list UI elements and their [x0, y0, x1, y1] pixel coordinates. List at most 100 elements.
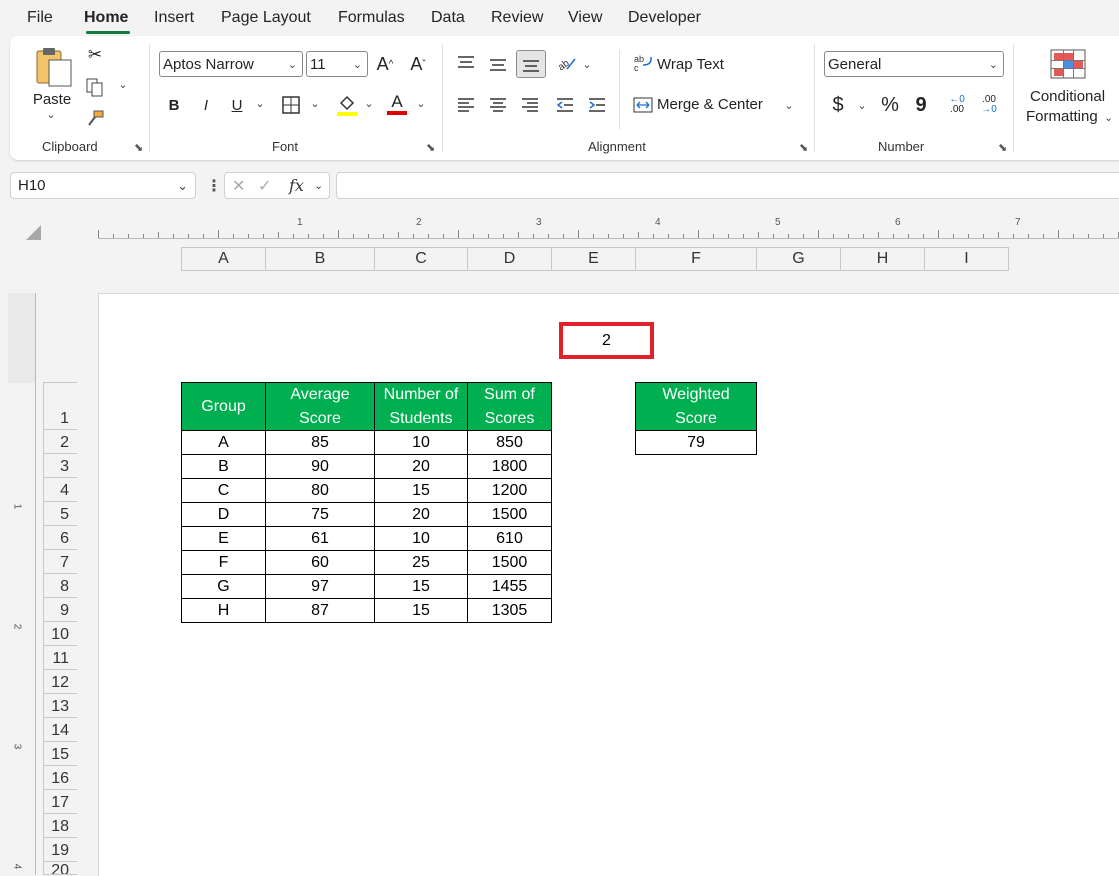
orientation-icon[interactable]: ab	[555, 52, 577, 74]
row-header[interactable]: 2	[43, 430, 77, 454]
tab-file[interactable]: File	[27, 9, 53, 27]
table-cell[interactable]: 20	[375, 503, 468, 527]
tab-page-layout[interactable]: Page Layout	[221, 9, 311, 27]
table-cell[interactable]: 25	[375, 551, 468, 575]
row-header[interactable]: 8	[43, 574, 77, 598]
column-header-i[interactable]: I	[925, 247, 1009, 271]
row-header[interactable]: 19	[43, 838, 77, 862]
header-number-of-students[interactable]: Number of Students	[375, 383, 468, 431]
table-cell[interactable]: 1305	[468, 599, 552, 623]
table-cell[interactable]: 60	[266, 551, 375, 575]
table-cell[interactable]: 10	[375, 527, 468, 551]
column-header-c[interactable]: C	[375, 247, 468, 271]
header-sum-of-scores[interactable]: Sum of Scores	[468, 383, 552, 431]
align-top-icon[interactable]	[456, 52, 476, 74]
column-header-e[interactable]: E	[552, 247, 636, 271]
tab-insert[interactable]: Insert	[154, 9, 194, 27]
orientation-chevron-icon[interactable]: ⌄	[580, 58, 594, 71]
comma-style-button[interactable]: 9	[912, 92, 930, 118]
conditional-formatting-icon[interactable]	[1050, 48, 1086, 80]
merge-center-button[interactable]: Merge & Center	[657, 96, 763, 113]
table-cell[interactable]: 850	[468, 431, 552, 455]
copy-icon[interactable]	[84, 76, 106, 98]
align-bottom-button[interactable]	[516, 50, 546, 78]
font-launcher-icon[interactable]: ⬊	[426, 141, 435, 154]
conditional-chevron-icon[interactable]: ⌄	[1104, 111, 1113, 124]
cut-icon[interactable]: ✂	[85, 44, 105, 66]
table-cell[interactable]: 15	[375, 599, 468, 623]
name-box[interactable]: H10 ⌄	[10, 172, 196, 199]
tab-review[interactable]: Review	[491, 9, 543, 27]
tab-formulas[interactable]: Formulas	[338, 9, 405, 27]
header-weighted-score[interactable]: Weighted Score	[636, 383, 757, 431]
table-cell[interactable]: 610	[468, 527, 552, 551]
increase-indent-icon[interactable]	[587, 94, 607, 116]
font-size-select[interactable]: 11 ⌄	[306, 51, 368, 77]
bold-button[interactable]: B	[164, 93, 184, 117]
row-header[interactable]: 13	[43, 694, 77, 718]
paste-chevron-icon[interactable]: ⌄	[44, 108, 58, 121]
font-color-chevron-icon[interactable]: ⌄	[414, 97, 428, 110]
table-cell[interactable]: 90	[266, 455, 375, 479]
number-launcher-icon[interactable]: ⬊	[998, 141, 1007, 154]
table-cell[interactable]: G	[182, 575, 266, 599]
row-header[interactable]: 16	[43, 766, 77, 790]
tab-view[interactable]: View	[568, 9, 602, 27]
column-header-f[interactable]: F	[636, 247, 757, 271]
row-header[interactable]: 11	[43, 646, 77, 670]
select-all-corner[interactable]	[26, 225, 41, 240]
increase-decimal-button[interactable]: ←0.00	[944, 92, 970, 118]
number-format-select[interactable]: General ⌄	[824, 51, 1004, 77]
clipboard-launcher-icon[interactable]: ⬊	[134, 141, 143, 154]
row-header[interactable]: 9	[43, 598, 77, 622]
copy-chevron-icon[interactable]: ⌄	[116, 78, 130, 91]
decrease-decimal-button[interactable]: .00 →0	[976, 92, 1002, 118]
table-cell[interactable]: 97	[266, 575, 375, 599]
underline-chevron-icon[interactable]: ⌄	[253, 97, 267, 110]
row-header[interactable]: 14	[43, 718, 77, 742]
header-average-score[interactable]: Average Score	[266, 383, 375, 431]
row-header[interactable]: 10	[43, 622, 77, 646]
paste-icon[interactable]	[34, 46, 74, 88]
italic-button[interactable]: I	[196, 93, 216, 117]
paste-button[interactable]: Paste	[31, 90, 73, 108]
column-header-a[interactable]: A	[181, 247, 266, 271]
row-header[interactable]: 12	[43, 670, 77, 694]
conditional-formatting-label-1[interactable]: Conditional	[1030, 88, 1105, 105]
table-cell[interactable]: 85	[266, 431, 375, 455]
align-left-icon[interactable]	[456, 94, 476, 116]
enter-icon[interactable]: ✓	[258, 176, 271, 196]
grow-font-button[interactable]: A ^	[374, 52, 396, 76]
table-cell[interactable]: C	[182, 479, 266, 503]
column-header-h[interactable]: H	[841, 247, 925, 271]
fill-color-chevron-icon[interactable]: ⌄	[362, 97, 376, 110]
row-header[interactable]: 15	[43, 742, 77, 766]
alignment-launcher-icon[interactable]: ⬊	[799, 141, 808, 154]
table-cell[interactable]: 87	[266, 599, 375, 623]
align-center-icon[interactable]	[488, 94, 508, 116]
merge-center-icon[interactable]	[632, 94, 654, 116]
formula-bar-more-icon[interactable]: ⋮	[206, 176, 222, 196]
table-cell[interactable]: H	[182, 599, 266, 623]
row-header[interactable]: 6	[43, 526, 77, 550]
row-header[interactable]: 4	[43, 478, 77, 502]
format-painter-icon[interactable]	[84, 108, 106, 130]
tab-data[interactable]: Data	[431, 9, 465, 27]
shrink-font-button[interactable]: Aˇ	[407, 52, 429, 76]
table-cell[interactable]: A	[182, 431, 266, 455]
row-header[interactable]: 18	[43, 814, 77, 838]
table-cell[interactable]: F	[182, 551, 266, 575]
header-group[interactable]: Group	[182, 383, 266, 431]
table-cell[interactable]: 80	[266, 479, 375, 503]
table-cell[interactable]: 1500	[468, 503, 552, 527]
merge-chevron-icon[interactable]: ⌄	[782, 99, 796, 112]
row-header[interactable]: 3	[43, 454, 77, 478]
table-cell[interactable]: E	[182, 527, 266, 551]
currency-button[interactable]: $	[828, 92, 848, 118]
column-header-d[interactable]: D	[468, 247, 552, 271]
borders-icon[interactable]	[280, 93, 302, 117]
table-cell[interactable]: 75	[266, 503, 375, 527]
cancel-icon[interactable]: ✕	[232, 176, 245, 196]
row-header[interactable]: 7	[43, 550, 77, 574]
table-cell[interactable]: 1455	[468, 575, 552, 599]
